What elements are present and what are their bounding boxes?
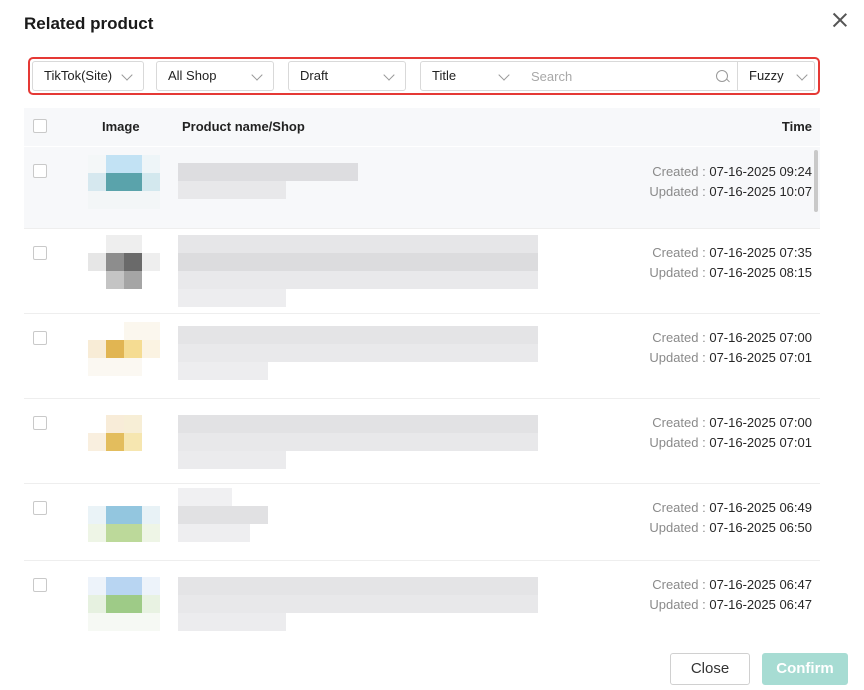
updated-time: 07-16-2025 06:50 [709, 520, 812, 535]
column-header-time: Time [781, 119, 812, 134]
product-image [88, 488, 160, 560]
table-row[interactable]: Created : 07-16-2025 07:00 Updated : 07-… [24, 399, 820, 484]
platform-select-value: TikTok(Site) [44, 68, 113, 83]
updated-label: Updated : [649, 597, 706, 612]
updated-time: 07-16-2025 06:47 [709, 597, 812, 612]
product-image [88, 322, 160, 394]
row-checkbox[interactable] [33, 164, 47, 178]
updated-label: Updated : [649, 520, 706, 535]
product-image [88, 235, 160, 307]
search-input[interactable] [520, 62, 700, 90]
created-label: Created : [652, 245, 706, 260]
column-header-image: Image [102, 119, 140, 134]
chevron-down-icon [498, 69, 510, 81]
chevron-down-icon [251, 69, 263, 81]
updated-time: 07-16-2025 08:15 [709, 265, 812, 280]
table-row[interactable]: Created : 07-16-2025 07:35 Updated : 07-… [24, 229, 820, 314]
dialog-title: Related product [24, 14, 154, 33]
table-row[interactable]: Created : 07-16-2025 06:47 Updated : 07-… [24, 561, 820, 639]
updated-label: Updated : [649, 265, 706, 280]
row-checkbox[interactable] [33, 331, 47, 345]
table-scrollbar[interactable] [814, 150, 818, 212]
updated-time: 07-16-2025 07:01 [709, 435, 812, 450]
product-image [88, 155, 160, 227]
table-row[interactable]: Created : 07-16-2025 09:24 Updated : 07-… [24, 147, 820, 229]
created-time: 07-16-2025 09:24 [709, 164, 812, 179]
created-time: 07-16-2025 07:35 [709, 245, 812, 260]
match-mode-value: Fuzzy [749, 68, 784, 83]
created-time: 07-16-2025 07:00 [709, 415, 812, 430]
close-button[interactable]: Close [670, 653, 750, 685]
chevron-down-icon [383, 69, 395, 81]
created-label: Created : [652, 415, 706, 430]
product-image [88, 577, 160, 649]
row-times: Created : 07-16-2025 09:24 Updated : 07-… [649, 162, 812, 202]
created-label: Created : [652, 577, 706, 592]
created-label: Created : [652, 330, 706, 345]
chevron-down-icon [796, 69, 808, 81]
row-checkbox[interactable] [33, 246, 47, 260]
search-box [520, 61, 738, 91]
table-row[interactable]: Created : 07-16-2025 06:49 Updated : 07-… [24, 484, 820, 561]
field-select[interactable]: Title [420, 61, 521, 91]
select-all-checkbox[interactable] [33, 119, 47, 133]
row-times: Created : 07-16-2025 07:35 Updated : 07-… [649, 243, 812, 283]
row-times: Created : 07-16-2025 07:00 Updated : 07-… [649, 413, 812, 453]
created-time: 07-16-2025 07:00 [709, 330, 812, 345]
row-checkbox[interactable] [33, 501, 47, 515]
created-label: Created : [652, 164, 706, 179]
shop-select-value: All Shop [168, 68, 217, 83]
table-row[interactable]: Created : 07-16-2025 07:00 Updated : 07-… [24, 314, 820, 399]
updated-time: 07-16-2025 07:01 [709, 350, 812, 365]
row-checkbox[interactable] [33, 416, 47, 430]
updated-label: Updated : [649, 435, 706, 450]
platform-select[interactable]: TikTok(Site) [32, 61, 144, 91]
close-icon[interactable] [830, 10, 850, 30]
row-times: Created : 07-16-2025 06:49 Updated : 07-… [649, 498, 812, 538]
related-product-dialog: Related product TikTok(Site) All Shop Dr… [0, 0, 864, 690]
chevron-down-icon [121, 69, 133, 81]
created-time: 07-16-2025 06:47 [709, 577, 812, 592]
status-select-value: Draft [300, 68, 329, 83]
shop-select[interactable]: All Shop [156, 61, 274, 91]
updated-label: Updated : [649, 350, 706, 365]
created-label: Created : [652, 500, 706, 515]
row-checkbox[interactable] [33, 578, 47, 592]
updated-time: 07-16-2025 10:07 [709, 184, 812, 199]
table-header: Image Product name/Shop Time [24, 108, 820, 146]
field-select-value: Title [432, 68, 457, 83]
product-image [88, 415, 160, 487]
created-time: 07-16-2025 06:49 [709, 500, 812, 515]
search-icon[interactable] [716, 70, 728, 82]
column-header-product: Product name/Shop [182, 119, 305, 134]
row-times: Created : 07-16-2025 06:47 Updated : 07-… [649, 575, 812, 615]
status-select[interactable]: Draft [288, 61, 406, 91]
filter-bar: TikTok(Site) All Shop Draft Title Fuzzy [24, 57, 820, 95]
confirm-button[interactable]: Confirm [762, 653, 848, 685]
row-times: Created : 07-16-2025 07:00 Updated : 07-… [649, 328, 812, 368]
match-mode-select[interactable]: Fuzzy [737, 61, 815, 91]
updated-label: Updated : [649, 184, 706, 199]
